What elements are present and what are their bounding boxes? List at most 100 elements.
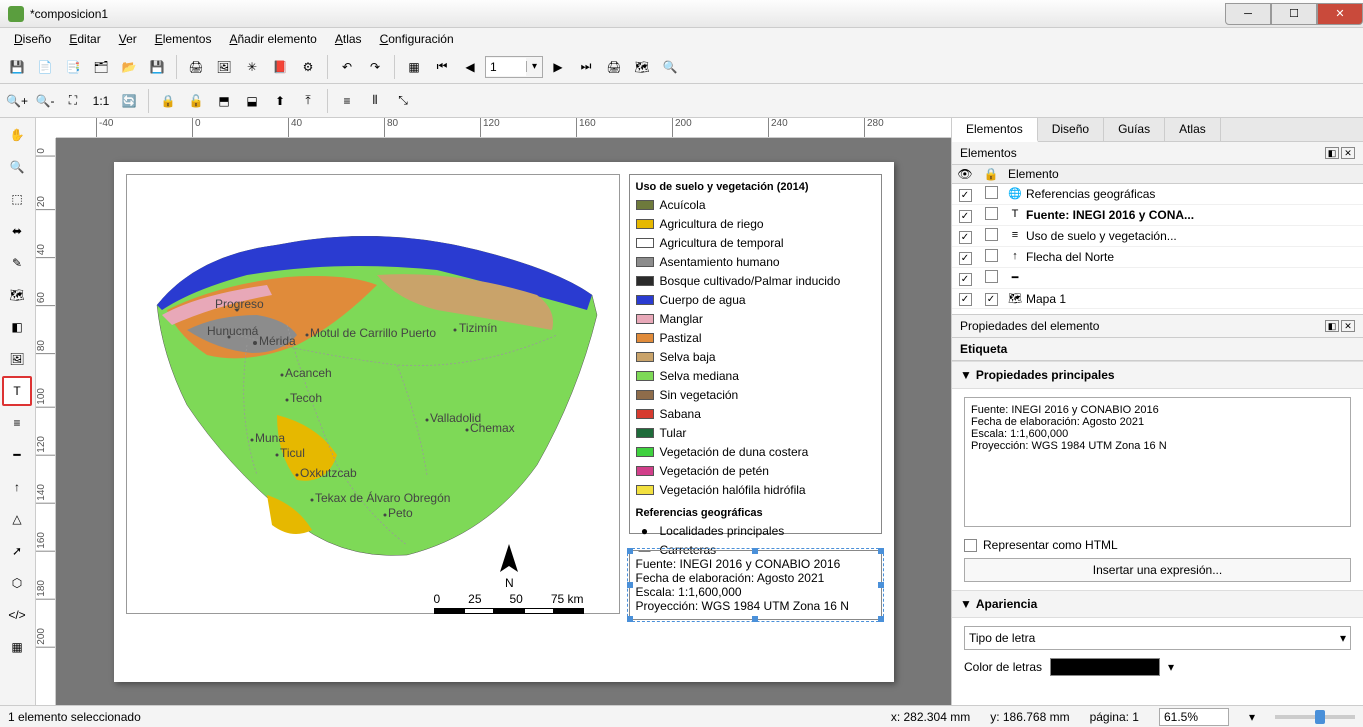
save-template-button[interactable]: 💾: [144, 54, 170, 80]
raise-button[interactable]: ⬆: [267, 88, 293, 114]
menu-diseño[interactable]: Diseño: [6, 30, 59, 48]
font-select[interactable]: Tipo de letra▾: [964, 626, 1351, 650]
elements-list[interactable]: 👁 🔒 Elemento ✓🌐Referencias geográficas✓T…: [952, 165, 1363, 315]
menu-editar[interactable]: Editar: [61, 30, 108, 48]
add-nodeitem-tool[interactable]: ⬡: [2, 568, 32, 598]
first-page-button[interactable]: ⏮: [429, 54, 455, 80]
undock-icon[interactable]: ◧: [1325, 320, 1339, 332]
ungroup-button[interactable]: ⬓: [239, 88, 265, 114]
menu-configuración[interactable]: Configuración: [372, 30, 462, 48]
add-northarrow-tool[interactable]: ↑: [2, 472, 32, 502]
close-panel-icon[interactable]: ✕: [1341, 147, 1355, 159]
unlock-button[interactable]: 🔓: [183, 88, 209, 114]
resize-button[interactable]: ⤡: [390, 88, 416, 114]
dup-layout-button[interactable]: 📑: [60, 54, 86, 80]
distribute-button[interactable]: ⫴: [362, 88, 388, 114]
last-page-button[interactable]: ⏭: [573, 54, 599, 80]
appearance-section[interactable]: ▼ Apariencia: [952, 590, 1363, 618]
zoom-full-button[interactable]: ⛶: [60, 88, 86, 114]
visibility-checkbox[interactable]: ✓: [959, 210, 972, 223]
print-button[interactable]: 🖨: [183, 54, 209, 80]
menu-añadir-elemento[interactable]: Añadir elemento: [221, 30, 324, 48]
zoom-tool[interactable]: 🔍: [2, 152, 32, 182]
label-text-input[interactable]: [964, 397, 1351, 527]
settings-button[interactable]: ⚙: [295, 54, 321, 80]
map-item[interactable]: Mérida Hunucmá Motul de Carrillo Puerto …: [126, 174, 620, 614]
legend-item[interactable]: Uso de suelo y vegetación (2014) Acuícol…: [629, 174, 882, 534]
visibility-checkbox[interactable]: ✓: [959, 252, 972, 265]
add-arrow-tool[interactable]: ➚: [2, 536, 32, 566]
redo-button[interactable]: ↷: [362, 54, 388, 80]
group-button[interactable]: ⬒: [211, 88, 237, 114]
add-map-tool[interactable]: 🗺: [2, 280, 32, 310]
lock-checkbox[interactable]: [985, 186, 998, 199]
element-row[interactable]: ✓🌐Referencias geográficas: [952, 184, 1363, 205]
next-page-button[interactable]: ▶: [545, 54, 571, 80]
lock-checkbox[interactable]: [985, 207, 998, 220]
element-row[interactable]: ✓✓🗺Mapa 1: [952, 289, 1363, 309]
add-3dmap-tool[interactable]: ◧: [2, 312, 32, 342]
new-layout-button[interactable]: 📄: [32, 54, 58, 80]
export-image-button[interactable]: 🖼: [211, 54, 237, 80]
layout-manager-button[interactable]: 🗂: [88, 54, 114, 80]
atlas-settings-button[interactable]: 🔍: [657, 54, 683, 80]
page-input[interactable]: [486, 58, 526, 76]
add-shape-tool[interactable]: △: [2, 504, 32, 534]
render-html-checkbox[interactable]: [964, 539, 977, 552]
align-button[interactable]: ≡: [334, 88, 360, 114]
lock-checkbox[interactable]: [985, 249, 998, 262]
edit-nodes-tool[interactable]: ✎: [2, 248, 32, 278]
lock-checkbox[interactable]: [985, 228, 998, 241]
chevron-down-icon[interactable]: ▾: [1249, 710, 1255, 724]
menu-ver[interactable]: Ver: [111, 30, 145, 48]
add-scalebar-tool[interactable]: ━: [2, 440, 32, 470]
visibility-checkbox[interactable]: ✓: [959, 273, 972, 286]
tab-diseño[interactable]: Diseño: [1038, 118, 1104, 141]
tab-elementos[interactable]: Elementos: [952, 118, 1038, 142]
add-table-tool[interactable]: ▦: [2, 632, 32, 662]
zoom-actual-button[interactable]: 1:1: [88, 88, 114, 114]
undock-icon[interactable]: ◧: [1325, 147, 1339, 159]
export-pdf-button[interactable]: 📕: [267, 54, 293, 80]
lock-checkbox[interactable]: [985, 270, 998, 283]
zoom-field[interactable]: 61.5%: [1159, 708, 1229, 726]
pan-tool[interactable]: ✋: [2, 120, 32, 150]
lock-button[interactable]: 🔒: [155, 88, 181, 114]
export-svg-button[interactable]: ✳: [239, 54, 265, 80]
refresh-button[interactable]: 🔄: [116, 88, 142, 114]
menu-atlas[interactable]: Atlas: [327, 30, 370, 48]
print-atlas-button[interactable]: 🖨: [601, 54, 627, 80]
add-html-tool[interactable]: </>: [2, 600, 32, 630]
move-content-tool[interactable]: ⬌: [2, 216, 32, 246]
tab-guías[interactable]: Guías: [1104, 118, 1165, 141]
close-button[interactable]: ✕: [1317, 3, 1363, 25]
chevron-down-icon[interactable]: ▾: [1168, 660, 1174, 674]
visibility-checkbox[interactable]: ✓: [959, 293, 972, 306]
element-row[interactable]: ✓━: [952, 268, 1363, 289]
menu-elementos[interactable]: Elementos: [147, 30, 220, 48]
add-legend-tool[interactable]: ≡: [2, 408, 32, 438]
insert-expression-button[interactable]: Insertar una expresión...: [964, 558, 1351, 582]
visibility-checkbox[interactable]: ✓: [959, 189, 972, 202]
scalebar-item[interactable]: 0255075 km: [434, 592, 584, 614]
undo-button[interactable]: ↶: [334, 54, 360, 80]
north-arrow-item[interactable]: N: [494, 542, 524, 592]
grid-button[interactable]: ▦: [401, 54, 427, 80]
maximize-button[interactable]: ☐: [1271, 3, 1317, 25]
element-row[interactable]: ✓≡Uso de suelo y vegetación...: [952, 226, 1363, 247]
export-atlas-button[interactable]: 🗺: [629, 54, 655, 80]
tab-atlas[interactable]: Atlas: [1165, 118, 1221, 141]
main-properties-section[interactable]: ▼ Propiedades principales: [952, 361, 1363, 389]
add-label-tool[interactable]: T: [2, 376, 32, 406]
element-row[interactable]: ✓TFuente: INEGI 2016 y CONA...: [952, 205, 1363, 226]
prev-page-button[interactable]: ◀: [457, 54, 483, 80]
minimize-button[interactable]: ─: [1225, 3, 1271, 25]
save-button[interactable]: 💾: [4, 54, 30, 80]
layout-canvas[interactable]: Mérida Hunucmá Motul de Carrillo Puerto …: [56, 138, 951, 705]
zoom-in-button[interactable]: 🔍+: [4, 88, 30, 114]
element-row[interactable]: ✓↑Flecha del Norte: [952, 247, 1363, 268]
close-panel-icon[interactable]: ✕: [1341, 320, 1355, 332]
bring-front-button[interactable]: ⤒: [295, 88, 321, 114]
select-tool[interactable]: ⬚: [2, 184, 32, 214]
lock-checkbox[interactable]: ✓: [985, 293, 998, 306]
